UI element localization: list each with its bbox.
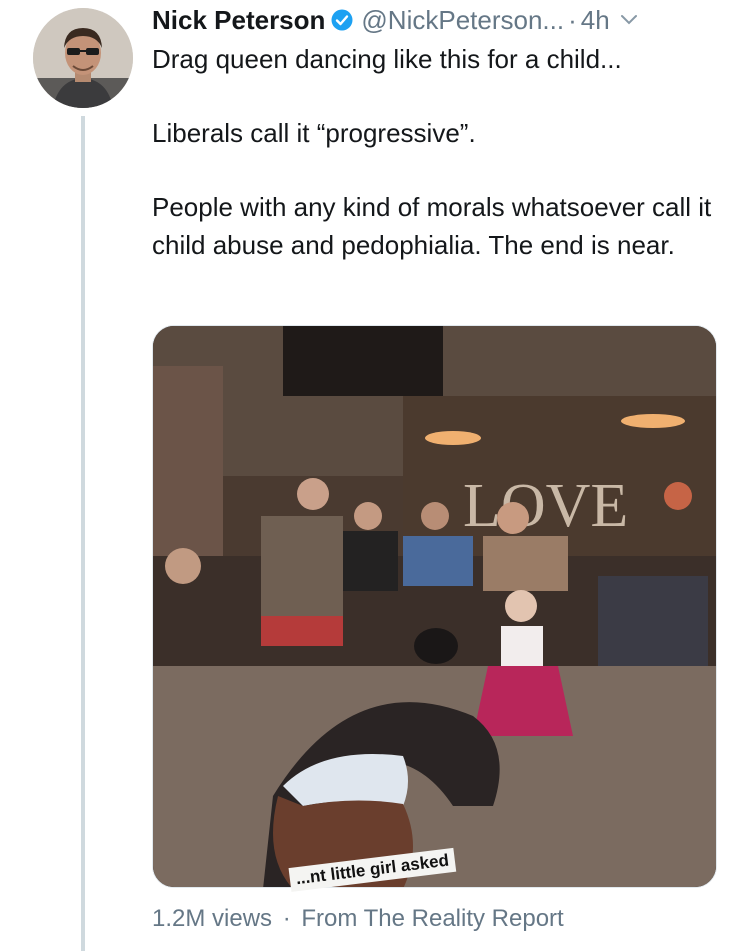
tweet-paragraph-3: People with any kind of morals whatsoeve… [152,192,712,260]
tweet-paragraph-2: Liberals call it “progressive”. [152,118,476,148]
chevron-down-icon[interactable] [620,14,638,26]
tweet-paragraph-1: Drag queen dancing like this for a child… [152,44,622,74]
avatar-photo [33,8,133,108]
verified-badge-icon [331,9,353,31]
tweet-header: Nick Peterson @NickPeterson... · 4h [152,2,730,38]
author-avatar[interactable] [33,8,133,108]
view-count: 1.2M views [152,905,273,932]
love-sign: LOVE [463,472,628,540]
footer-separator: · [282,905,291,932]
tweet-footer: 1.2M views · From The Reality Report [152,905,564,933]
tweet-video[interactable]: LOVE [152,325,717,888]
header-separator: · [568,4,577,35]
author-name[interactable]: Nick Peterson [152,5,325,36]
author-handle[interactable]: @NickPeterson... [361,5,564,36]
media-source-link[interactable]: From The Reality Report [301,905,563,932]
tweet-text: Drag queen dancing like this for a child… [152,40,732,300]
video-frame: LOVE [153,326,716,887]
thread-line [81,116,85,951]
tweet-timestamp[interactable]: 4h [581,5,610,36]
